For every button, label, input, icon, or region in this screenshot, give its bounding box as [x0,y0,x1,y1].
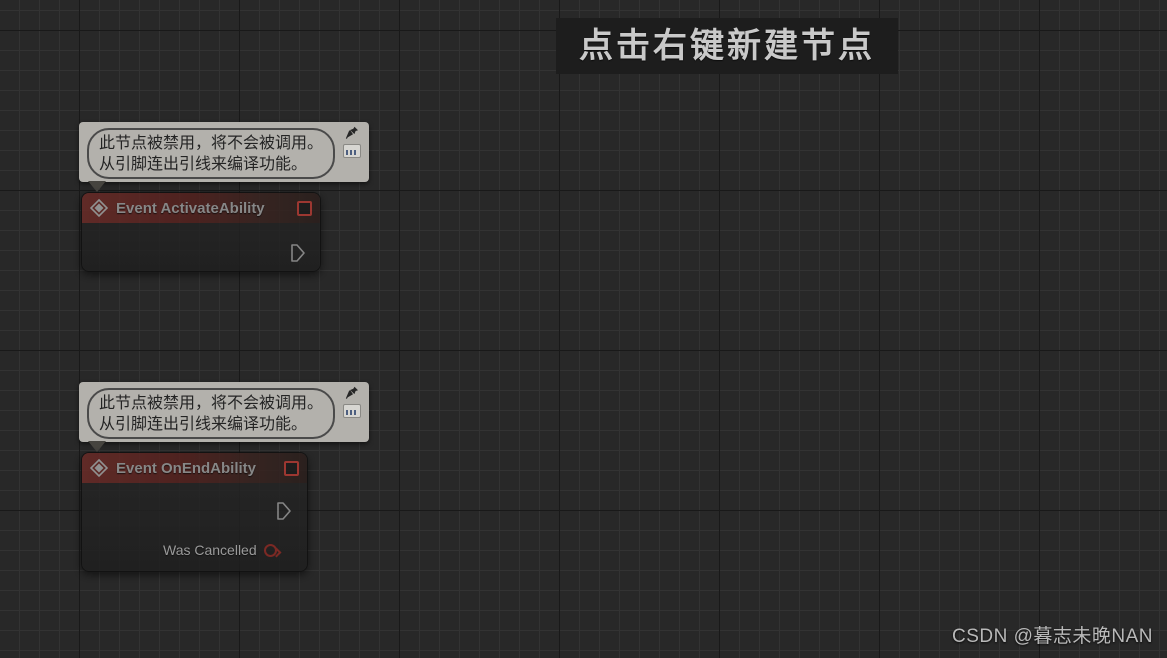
comment-line-2: 从引脚连出引线来编译功能。 [99,414,308,433]
comment-bubble-inner: 此节点被禁用，将不会被调用。 从引脚连出引线来编译功能。 [87,388,336,439]
node-title: Event OnEndAbility [116,459,257,477]
node-title: Event ActivateAbility [116,199,265,217]
node-header[interactable]: Event ActivateAbility [82,193,320,223]
comment-bubble-icons [342,386,364,426]
comment-note-icon[interactable] [343,404,361,418]
event-diamond-icon [89,458,109,478]
delegate-output-pin[interactable] [297,201,312,216]
comment-bubble-tail [88,181,106,192]
comment-bubble-icons [342,126,364,166]
exec-output-pin[interactable] [290,243,306,263]
pin-row-was-cancelled[interactable]: Was Cancelled [163,542,277,558]
comment-note-icon[interactable] [343,144,361,158]
blueprint-node-event-activate-ability[interactable]: Event ActivateAbility [81,192,321,272]
comment-line-1: 此节点被禁用，将不会被调用。 [99,133,324,152]
node-header[interactable]: Event OnEndAbility [82,453,307,483]
instruction-banner: 点击右键新建节点 [556,18,898,74]
event-diamond-icon [89,198,109,218]
pushpin-icon[interactable] [345,126,359,140]
boolean-output-pin[interactable] [263,543,277,557]
comment-bubble-tail [88,441,106,452]
comment-bubble-inner: 此节点被禁用，将不会被调用。 从引脚连出引线来编译功能。 [87,128,336,179]
delegate-output-pin[interactable] [284,461,299,476]
comment-line-2: 从引脚连出引线来编译功能。 [99,154,308,173]
watermark-text: CSDN @暮志未晚NAN [951,626,1153,647]
instruction-banner-text: 点击右键新建节点 [579,27,875,65]
blueprint-node-event-on-end-ability[interactable]: Event OnEndAbility Was Cancelled [81,452,308,572]
node-comment-bubble[interactable]: 此节点被禁用，将不会被调用。 从引脚连出引线来编译功能。 [79,122,369,192]
pin-label: Was Cancelled [163,542,257,558]
node-comment-bubble[interactable]: 此节点被禁用，将不会被调用。 从引脚连出引线来编译功能。 [79,382,369,452]
pushpin-icon[interactable] [345,386,359,400]
exec-output-pin[interactable] [276,501,292,521]
comment-line-1: 此节点被禁用，将不会被调用。 [99,393,324,412]
